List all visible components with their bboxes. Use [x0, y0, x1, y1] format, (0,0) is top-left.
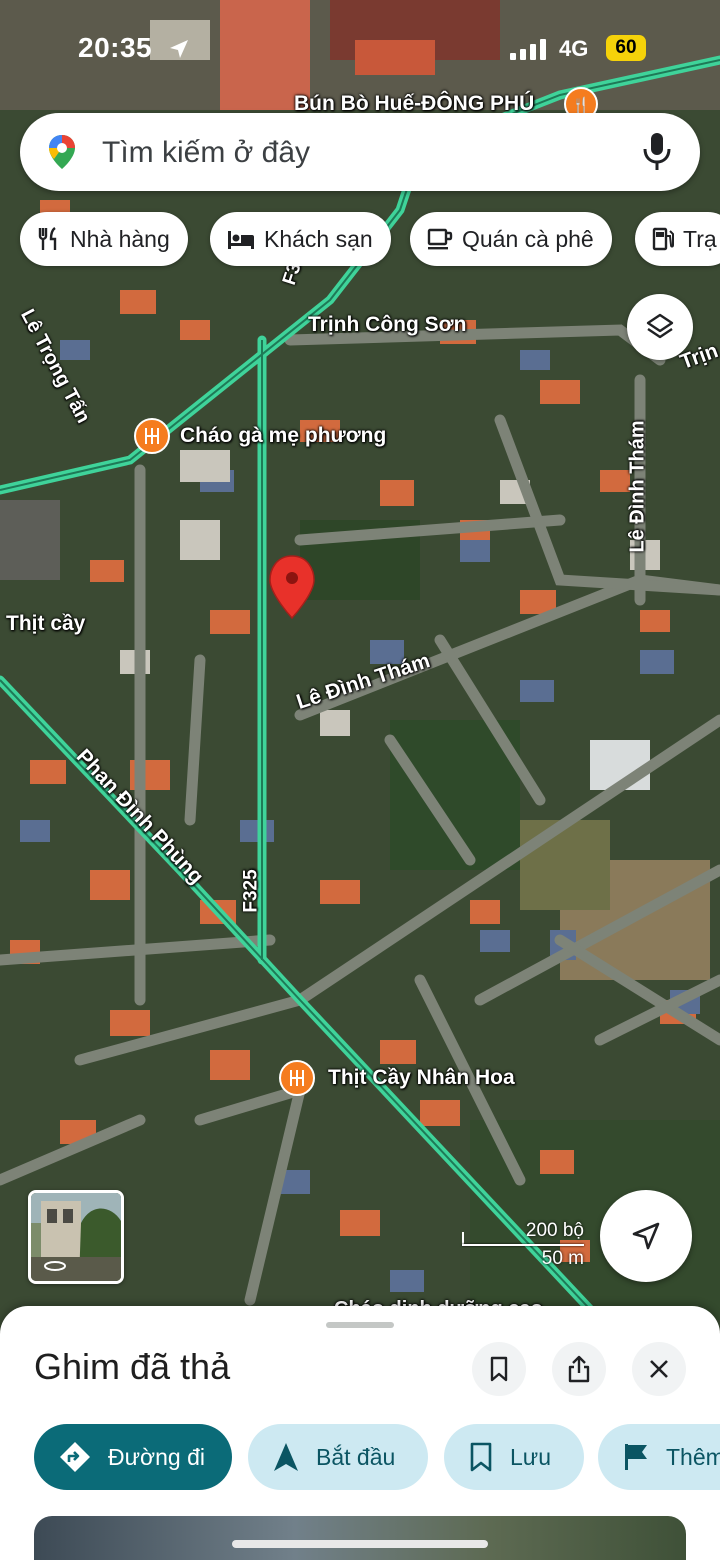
chip-label: Trạ [683, 225, 717, 252]
save-button[interactable]: Lưu [444, 1424, 584, 1490]
add-label-button[interactable]: Thêm [598, 1424, 720, 1490]
bed-icon [226, 227, 256, 251]
microphone-icon[interactable] [642, 131, 672, 173]
chip-cafes[interactable]: Quán cà phê [410, 212, 612, 266]
start-label: Bắt đầu [316, 1443, 396, 1470]
chip-gas-stations[interactable]: Trạ [635, 212, 720, 266]
directions-button[interactable]: Đường đi [34, 1424, 232, 1490]
street-view-thumbnail[interactable] [28, 1190, 124, 1284]
navigation-arrow-icon [272, 1441, 300, 1473]
gas-station-icon [651, 226, 675, 252]
place-label-chao-ga[interactable]: Cháo gà mẹ phương [180, 424, 386, 448]
navigation-arrow-icon [632, 1222, 660, 1250]
bookmark-icon [468, 1441, 494, 1473]
battery-indicator: 60 [606, 35, 646, 61]
street-photo-preview[interactable] [34, 1516, 686, 1560]
status-time: 20:35 [78, 32, 153, 63]
signal-bars-icon [510, 39, 546, 60]
add-label-text: Thêm [666, 1443, 720, 1470]
location-arrow-icon [170, 40, 188, 58]
chip-label: Quán cà phê [462, 225, 594, 252]
chip-hotels[interactable]: Khách sạn [210, 212, 391, 266]
chip-label: Khách sạn [264, 225, 373, 252]
close-icon [650, 1360, 668, 1378]
scale-metric: 50 m [541, 1248, 584, 1269]
chip-restaurants[interactable]: Nhà hàng [20, 212, 188, 266]
status-bar: 20:35 4G 60 [0, 0, 720, 96]
save-label: Lưu [510, 1443, 551, 1470]
start-button[interactable]: Bắt đầu [248, 1424, 428, 1490]
place-label-thit-cay[interactable]: Thịt cầy [6, 612, 85, 636]
share-button[interactable] [552, 1342, 606, 1396]
flag-icon [622, 1442, 650, 1472]
sheet-title: Ghim đã thả [34, 1346, 231, 1387]
rotate-360-icon [44, 1261, 66, 1271]
search-input[interactable] [100, 127, 624, 179]
place-label-thit-cay-nhan-hoa[interactable]: Thịt Cầy Nhân Hoa [328, 1066, 515, 1090]
layers-button[interactable] [627, 294, 693, 360]
chip-label: Nhà hàng [70, 225, 170, 252]
share-icon [568, 1355, 590, 1383]
street-label-le-dinh-tham-vertical: Lê Đình Thám [626, 420, 649, 553]
my-location-button[interactable] [600, 1190, 692, 1282]
fork-knife-icon [36, 226, 62, 252]
network-type: 4G [559, 36, 589, 61]
place-bottom-sheet[interactable]: Ghim đã thả Đường đi Bắt đầu Lưu Thêm [0, 1306, 720, 1560]
save-bookmark-button[interactable] [472, 1342, 526, 1396]
bookmark-icon [490, 1356, 508, 1382]
search-bar[interactable] [20, 113, 700, 191]
street-label-trinh-cong-son: Trịnh Công Sơn [308, 313, 467, 336]
road-label-f325: F325 [240, 869, 262, 913]
directions-label: Đường đi [108, 1443, 205, 1470]
drag-handle[interactable] [326, 1322, 394, 1328]
google-maps-pin-icon [49, 135, 75, 169]
map-scale: 200 bộ 50 m [462, 1220, 588, 1269]
close-button[interactable] [632, 1342, 686, 1396]
home-indicator[interactable] [232, 1540, 488, 1548]
directions-icon [58, 1440, 92, 1474]
scale-imperial: 200 bộ [525, 1220, 584, 1241]
layers-icon [646, 313, 674, 339]
coffee-cup-icon [426, 226, 454, 252]
